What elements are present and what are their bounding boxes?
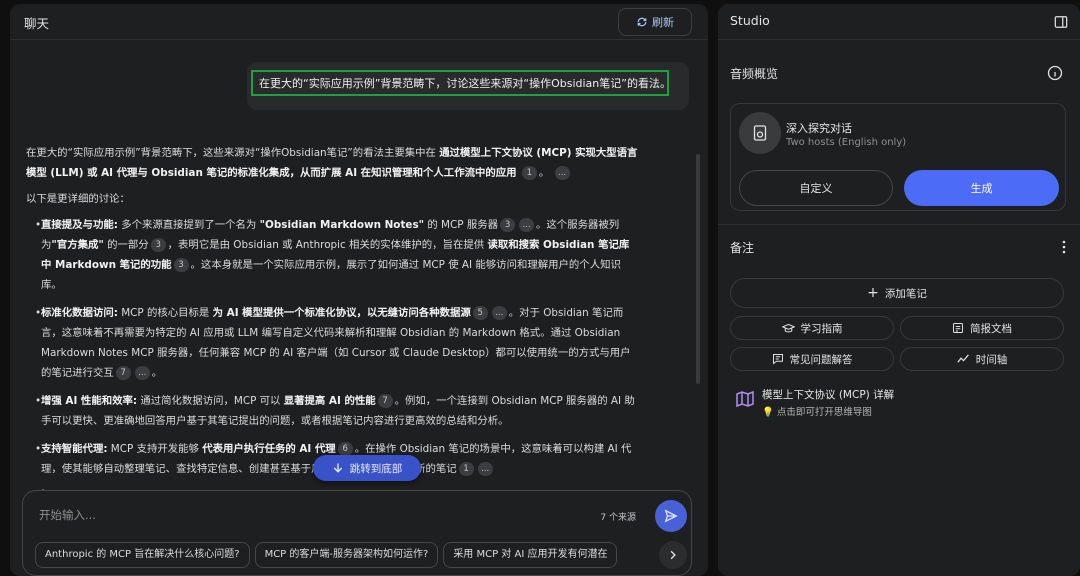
list-item: 增强 AI 性能和效率: 通过简化数据访问，MCP 可以 显著提高 AI 的性能…	[26, 391, 638, 431]
detail-heading: 以下是更详细的讨论：	[26, 193, 130, 205]
more-citations-badge[interactable]: ...	[477, 462, 493, 476]
info-icon[interactable]	[1047, 65, 1063, 81]
section-divider	[718, 224, 1080, 225]
generate-button[interactable]: 生成	[904, 170, 1059, 206]
timeline-icon	[957, 354, 969, 363]
chat-title: 聊天	[24, 16, 50, 31]
panel-collapse-icon[interactable]	[1054, 15, 1068, 29]
send-icon	[664, 509, 678, 523]
briefing-doc-button[interactable]: 简报文档	[900, 316, 1064, 340]
audio-name: 深入探究对话	[786, 122, 852, 135]
speaker-icon	[739, 112, 781, 154]
user-query-text: 在更大的“实际应用示例”背景范畴下，讨论这些来源对“操作Obsidian笔记”的…	[251, 70, 671, 96]
chat-panel: 聊天 刷新 在更大的“实际应用示例”背景范畴下，讨论这些来源对“操作Obsidi…	[10, 4, 708, 576]
chat-scrollbar[interactable]	[696, 154, 700, 384]
more-options-icon[interactable]	[1062, 240, 1066, 254]
note-item[interactable]: 模型上下文协议 (MCP) 详解 💡 点击即可打开思维导图	[736, 386, 1056, 422]
add-note-label: 添加笔记	[884, 287, 927, 300]
faq-icon	[772, 354, 783, 365]
suggestion-chip[interactable]: 采用 MCP 对 AI 应用开发有何潜在	[443, 542, 618, 568]
citation-badge[interactable]: 7	[377, 394, 393, 408]
map-icon	[736, 391, 754, 407]
suggestion-chip[interactable]: MCP 的客户端-服务器架构如何运作?	[254, 542, 439, 568]
jump-to-bottom-button[interactable]: 跳转到底部	[313, 455, 421, 481]
citation-badge[interactable]: 3	[500, 218, 516, 232]
arrow-down-icon	[333, 463, 342, 473]
suggestion-chip[interactable]: Anthropic 的 MCP 旨在解决什么核心问题?	[35, 542, 250, 568]
audio-overview-card: 深入探究对话 Two hosts (English only) 自定义 生成	[730, 103, 1066, 211]
studio-title: Studio	[730, 13, 770, 28]
refresh-button[interactable]: 刷新	[618, 8, 692, 36]
list-item: 直接提及与功能: 多个来源直接提到了一个名为 "Obsidian Markdow…	[26, 215, 638, 295]
answer-body: 在更大的“实际应用示例”背景范畴下，这些来源对“操作Obsidian笔记”的看法…	[26, 143, 638, 507]
study-guide-button[interactable]: 学习指南	[730, 316, 894, 340]
citation-badge[interactable]: 6	[337, 442, 353, 456]
more-citations-badge[interactable]: ...	[554, 166, 570, 180]
chat-input[interactable]: 开始输入...	[39, 507, 96, 523]
studio-panel: Studio 音频概览 深入探究对话 Two hosts (English on…	[718, 4, 1080, 576]
notes-title: 备注	[730, 241, 755, 255]
audio-overview-title: 音频概览	[730, 67, 779, 81]
send-button[interactable]	[655, 500, 687, 532]
more-citations-badge[interactable]: ...	[134, 366, 150, 380]
citation-badge[interactable]: 1	[521, 166, 537, 180]
chat-input-area: 开始输入... 7 个来源 Anthropic 的 MCP 旨在解决什么核心问题…	[22, 490, 692, 576]
citation-badge[interactable]: 3	[150, 238, 166, 252]
user-query-bubble: 在更大的“实际应用示例”背景范畴下，讨论这些来源对“操作Obsidian笔记”的…	[247, 62, 689, 110]
suggestion-chips: Anthropic 的 MCP 旨在解决什么核心问题? MCP 的客户端-服务器架…	[35, 542, 675, 570]
more-citations-badge[interactable]: ...	[519, 218, 535, 232]
briefing-doc-icon	[953, 323, 963, 333]
audio-subtitle: Two hosts (English only)	[786, 137, 907, 148]
citation-badge[interactable]: 7	[115, 366, 131, 380]
chat-header: 聊天 刷新	[10, 4, 708, 40]
graduation-cap-icon	[781, 323, 795, 332]
more-citations-badge[interactable]: ...	[491, 306, 507, 320]
citation-badge[interactable]: 5	[472, 306, 488, 320]
refresh-icon	[637, 17, 647, 27]
chevron-right-icon	[670, 550, 676, 560]
list-item: 标准化数据访问: MCP 的核心目标是 为 AI 模型提供一个标准化协议，以无缝…	[26, 303, 638, 383]
suggestions-next-button[interactable]	[659, 541, 687, 569]
sources-count: 7 个来源	[600, 513, 636, 523]
customize-button[interactable]: 自定义	[739, 170, 893, 206]
refresh-label: 刷新	[652, 16, 674, 29]
timeline-button[interactable]: 时间轴	[900, 347, 1064, 371]
citation-badge[interactable]: 3	[173, 258, 189, 272]
answer-intro: 在更大的“实际应用示例”背景范畴下，这些来源对“操作Obsidian笔记”的看法…	[26, 147, 638, 180]
faq-button[interactable]: 常见问题解答	[730, 347, 894, 371]
add-note-button[interactable]: + 添加笔记	[730, 278, 1064, 308]
jump-label: 跳转到底部	[349, 462, 403, 475]
note-title: 模型上下文协议 (MCP) 详解	[762, 389, 895, 401]
plus-icon: +	[867, 285, 879, 301]
studio-header: Studio	[718, 4, 1080, 40]
citation-badge[interactable]: 1	[458, 462, 474, 476]
note-subtitle: 💡 点击即可打开思维导图	[762, 407, 872, 418]
